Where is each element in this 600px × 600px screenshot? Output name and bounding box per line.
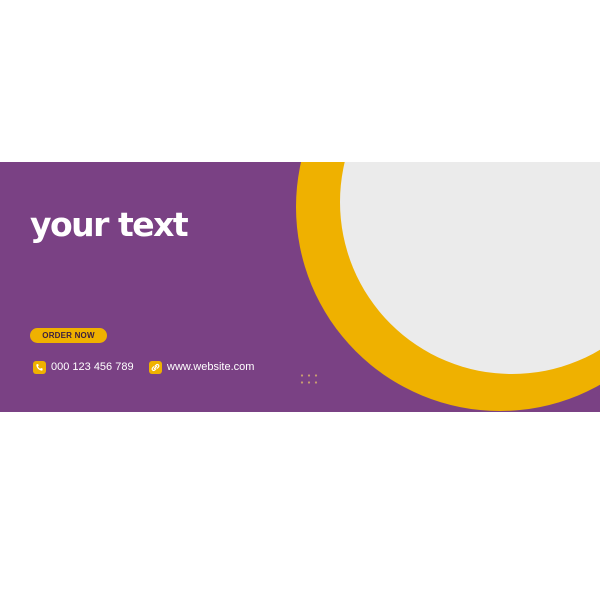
contact-website: www.website.com (149, 360, 254, 374)
link-icon (149, 360, 162, 374)
contact-phone: 000 123 456 789 (33, 360, 134, 374)
page: your text ORDER NOW 000 123 456 789 www.… (0, 0, 600, 600)
dot (300, 381, 304, 384)
order-now-button[interactable]: ORDER NOW (30, 328, 107, 343)
headline: your text (30, 205, 189, 244)
website-link[interactable]: www.website.com (167, 360, 254, 374)
decorative-dot-grid (300, 374, 318, 384)
dot (307, 381, 311, 384)
dot (307, 374, 311, 377)
phone-icon (33, 360, 46, 374)
dot (300, 374, 304, 377)
banner: your text ORDER NOW 000 123 456 789 www.… (0, 162, 600, 412)
phone-number: 000 123 456 789 (51, 361, 134, 373)
dot (314, 374, 318, 377)
dot (314, 381, 318, 384)
